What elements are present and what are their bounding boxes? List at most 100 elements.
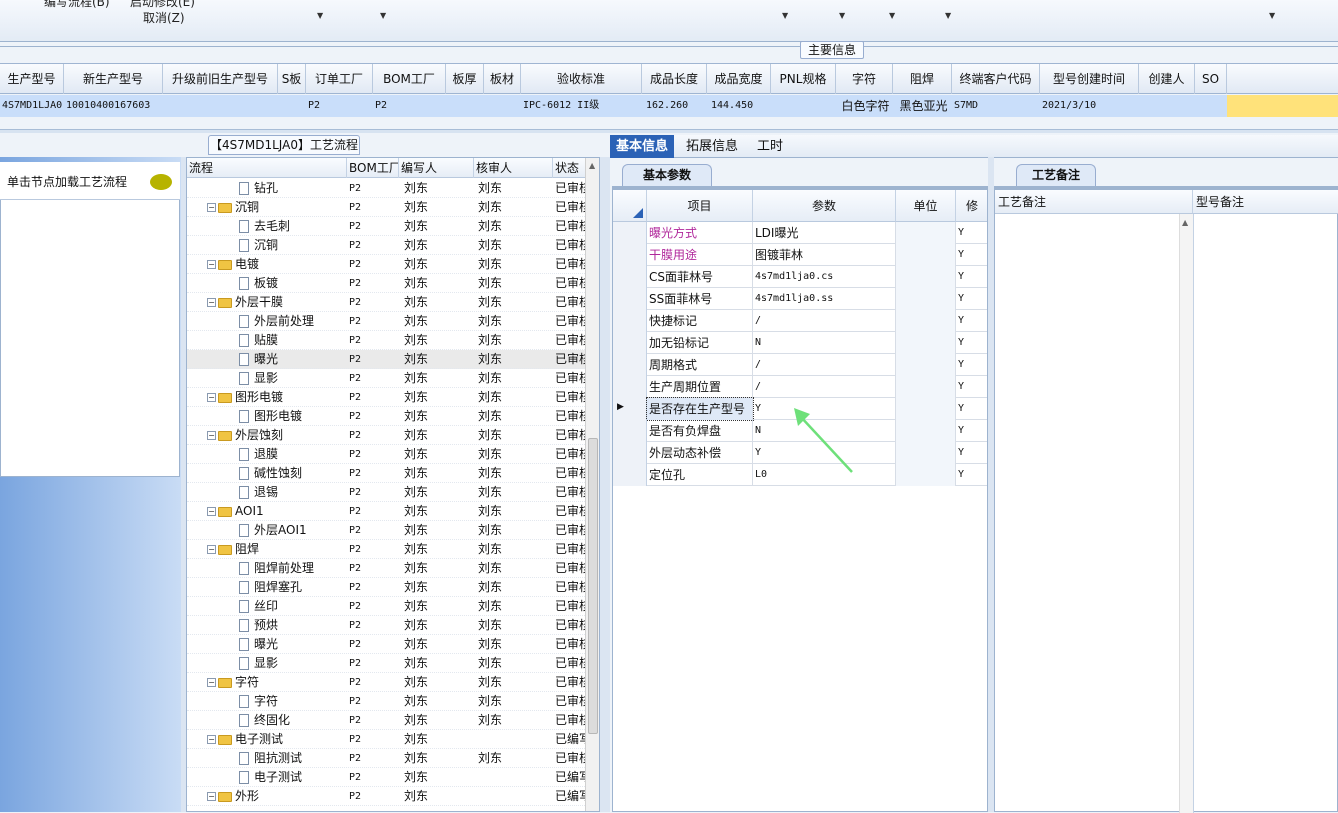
tree-row[interactable]: 退膜 P2 刘东 刘东 已审核 — [187, 445, 587, 464]
scroll-thumb[interactable] — [588, 438, 598, 734]
tab-work-hours[interactable]: 工时 — [751, 135, 789, 158]
tree-row[interactable]: 曝光 P2 刘东 刘东 已审核 — [187, 635, 587, 654]
tab-basic-params[interactable]: 基本参数 — [622, 164, 712, 186]
col-header[interactable]: 成品长度 — [642, 64, 707, 94]
tree-row[interactable]: 阻焊塞孔 P2 刘东 刘东 已审核 — [187, 578, 587, 597]
param-row[interactable]: 周期格式 / Y — [613, 354, 987, 376]
tree-row[interactable]: 钻孔 P2 刘东 刘东 已审核 — [187, 179, 587, 198]
tree-row[interactable]: 显影 P2 刘东 刘东 已审核 — [187, 654, 587, 673]
table-cell[interactable] — [446, 95, 484, 117]
param-cell-unit[interactable] — [896, 244, 956, 266]
tree-node[interactable]: 碱性蚀刻 — [239, 464, 347, 483]
tree-row[interactable]: 沉铜 P2 刘东 刘东 已审核 — [187, 236, 587, 255]
tree-node[interactable]: − 电镀 — [207, 255, 347, 274]
table-cell[interactable]: 10010400167603 — [64, 95, 163, 117]
tree-row[interactable]: 电子测试 P2 刘东 已编写 — [187, 768, 587, 787]
tree-row[interactable]: − 图形电镀 P2 刘东 刘东 已审核 — [187, 388, 587, 407]
param-cell-item[interactable]: 外层动态补偿 — [647, 442, 753, 464]
tree-row[interactable]: 外层前处理 P2 刘东 刘东 已审核 — [187, 312, 587, 331]
collapse-icon[interactable]: − — [207, 678, 216, 687]
param-row[interactable]: 干膜用途 图镀菲林 Y — [613, 244, 987, 266]
tree-row[interactable]: 预烘 P2 刘东 刘东 已审核 — [187, 616, 587, 635]
tree-node[interactable]: − 沉铜 — [207, 198, 347, 217]
tree-row[interactable]: − 外形 P2 刘东 已编写 — [187, 787, 587, 806]
param-cell-mod[interactable]: Y — [956, 442, 987, 464]
tree-row[interactable]: − 沉铜 P2 刘东 刘东 已审核 — [187, 198, 587, 217]
tree-node[interactable]: 阻焊塞孔 — [239, 578, 347, 597]
collapse-icon[interactable]: − — [207, 545, 216, 554]
chevron-down-icon[interactable]: ▼ — [782, 11, 788, 20]
tree-node[interactable]: 预烘 — [239, 616, 347, 635]
tab-process-notes[interactable]: 工艺备注 — [1016, 164, 1096, 186]
tree-scrollbar[interactable]: ▲ — [585, 158, 599, 811]
tree-node[interactable]: 外层前处理 — [239, 312, 347, 331]
row-header[interactable] — [613, 376, 647, 398]
collapse-icon[interactable]: − — [207, 735, 216, 744]
param-cell-param[interactable]: / — [753, 354, 896, 376]
tree-row[interactable]: 碱性蚀刻 P2 刘东 刘东 已审核 — [187, 464, 587, 483]
param-cell-item[interactable]: 生产周期位置 — [647, 376, 753, 398]
tree-row[interactable]: − 外层干膜 P2 刘东 刘东 已审核 — [187, 293, 587, 312]
tree-row[interactable]: − AOI1 P2 刘东 刘东 已审核 — [187, 502, 587, 521]
param-cell-mod[interactable]: Y — [956, 398, 987, 420]
tree-col-header[interactable]: 核审人 — [474, 158, 553, 178]
col-header[interactable]: 验收标准 — [521, 64, 642, 94]
tree-node[interactable]: − 外层蚀刻 — [207, 426, 347, 445]
col-unit[interactable]: 单位 — [896, 190, 956, 222]
col-header[interactable]: 终端客户代码 — [952, 64, 1040, 94]
param-cell-item[interactable]: CS面菲林号 — [647, 266, 753, 288]
row-header[interactable] — [613, 464, 647, 486]
tree-row[interactable]: 板镀 P2 刘东 刘东 已审核 — [187, 274, 587, 293]
table-cell[interactable]: S7MD — [952, 95, 1040, 117]
param-cell-mod[interactable]: Y — [956, 332, 987, 354]
table-cell[interactable]: P2 — [373, 95, 446, 117]
col-header[interactable]: BOM工厂 — [373, 64, 446, 94]
compose-flow-button[interactable]: 编写流程(B) — [44, 0, 110, 10]
tree-row[interactable]: 曝光 P2 刘东 刘东 已审核 — [187, 350, 587, 369]
col-header[interactable]: 生产型号 — [0, 64, 64, 94]
tree-node[interactable]: 曝光 — [239, 350, 347, 369]
tree-row[interactable]: − 电镀 P2 刘东 刘东 已审核 — [187, 255, 587, 274]
row-header[interactable] — [613, 244, 647, 266]
collapse-icon[interactable]: − — [207, 260, 216, 269]
chevron-down-icon[interactable]: ▼ — [317, 11, 323, 20]
tree-row[interactable]: 字符 P2 刘东 刘东 已审核 — [187, 692, 587, 711]
tree-row[interactable]: 外层AOI1 P2 刘东 刘东 已审核 — [187, 521, 587, 540]
param-cell-param[interactable]: / — [753, 376, 896, 398]
param-cell-item[interactable]: 干膜用途 — [647, 244, 753, 266]
table-cell[interactable]: 白色字符 — [836, 95, 893, 117]
param-cell-mod[interactable]: Y — [956, 376, 987, 398]
tree-node[interactable]: 曝光 — [239, 635, 347, 654]
col-header[interactable]: 新生产型号 — [64, 64, 163, 94]
collapse-icon[interactable]: − — [207, 431, 216, 440]
col-header[interactable]: 创建人 — [1139, 64, 1195, 94]
col-header[interactable]: S板 — [278, 64, 306, 94]
vertical-splitter[interactable] — [600, 157, 610, 812]
col-header[interactable]: 阻焊 — [893, 64, 952, 94]
param-cell-mod[interactable]: Y — [956, 222, 987, 244]
tree-node[interactable]: 字符 — [239, 692, 347, 711]
tree-row[interactable]: 阻焊前处理 P2 刘东 刘东 已审核 — [187, 559, 587, 578]
tree-node[interactable]: − AOI1 — [207, 502, 347, 521]
table-cell[interactable]: 黑色亚光 — [893, 95, 952, 117]
row-header[interactable] — [613, 266, 647, 288]
row-header[interactable] — [613, 420, 647, 442]
param-cell-mod[interactable]: Y — [956, 354, 987, 376]
param-cell-param[interactable]: 4s7md1lja0.ss — [753, 288, 896, 310]
tree-row[interactable]: − 字符 P2 刘东 刘东 已审核 — [187, 673, 587, 692]
tree-row[interactable]: 阻抗测试 P2 刘东 刘东 已审核 — [187, 749, 587, 768]
col-header[interactable]: 字符 — [836, 64, 893, 94]
param-cell-unit[interactable] — [896, 222, 956, 244]
tree-node[interactable]: 去毛刺 — [239, 217, 347, 236]
param-cell-item[interactable]: 快捷标记 — [647, 310, 753, 332]
collapse-icon[interactable]: − — [207, 792, 216, 801]
table-cell[interactable] — [1139, 95, 1195, 117]
col-header[interactable]: 板材 — [484, 64, 521, 94]
table-cell[interactable]: 4S7MD1LJA0 — [0, 95, 64, 117]
param-row[interactable]: CS面菲林号 4s7md1lja0.cs Y — [613, 266, 987, 288]
tree-row[interactable]: 终固化 P2 刘东 刘东 已审核 — [187, 711, 587, 730]
col-header[interactable]: 型号创建时间 — [1040, 64, 1139, 94]
tree-col-header[interactable]: BOM工厂 — [347, 158, 399, 178]
col-param[interactable]: 参数 — [753, 190, 896, 222]
param-cell-unit[interactable] — [896, 398, 956, 420]
